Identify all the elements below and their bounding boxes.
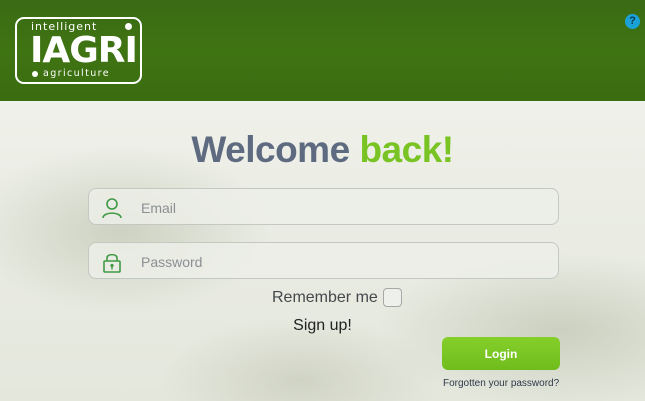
remember-me-checkbox[interactable] — [383, 288, 402, 307]
help-icon[interactable]: ? — [625, 14, 640, 29]
logo-dot — [32, 71, 38, 77]
page-title: Welcome back! — [0, 128, 645, 172]
iagri-logo: intelligent IAGRI agriculture — [15, 17, 142, 84]
remember-me-label: Remember me — [272, 289, 378, 306]
email-input[interactable] — [139, 189, 543, 226]
logo-bottom-text: agriculture — [43, 68, 110, 79]
login-button[interactable]: Login — [442, 337, 560, 370]
title-back: back! — [359, 129, 454, 170]
email-field[interactable] — [88, 188, 559, 226]
password-input[interactable] — [139, 243, 543, 280]
lock-icon — [103, 253, 121, 273]
forgot-password-link[interactable]: Forgotten your password? — [443, 378, 559, 390]
title-welcome: Welcome — [191, 129, 350, 170]
logo-main-text: IAGRI — [30, 30, 138, 71]
password-field[interactable] — [88, 242, 559, 280]
signup-link[interactable]: Sign up! — [0, 316, 645, 336]
logo-dot — [125, 23, 132, 30]
header-bar: intelligent IAGRI agriculture ? — [0, 0, 645, 101]
user-icon — [102, 198, 122, 219]
